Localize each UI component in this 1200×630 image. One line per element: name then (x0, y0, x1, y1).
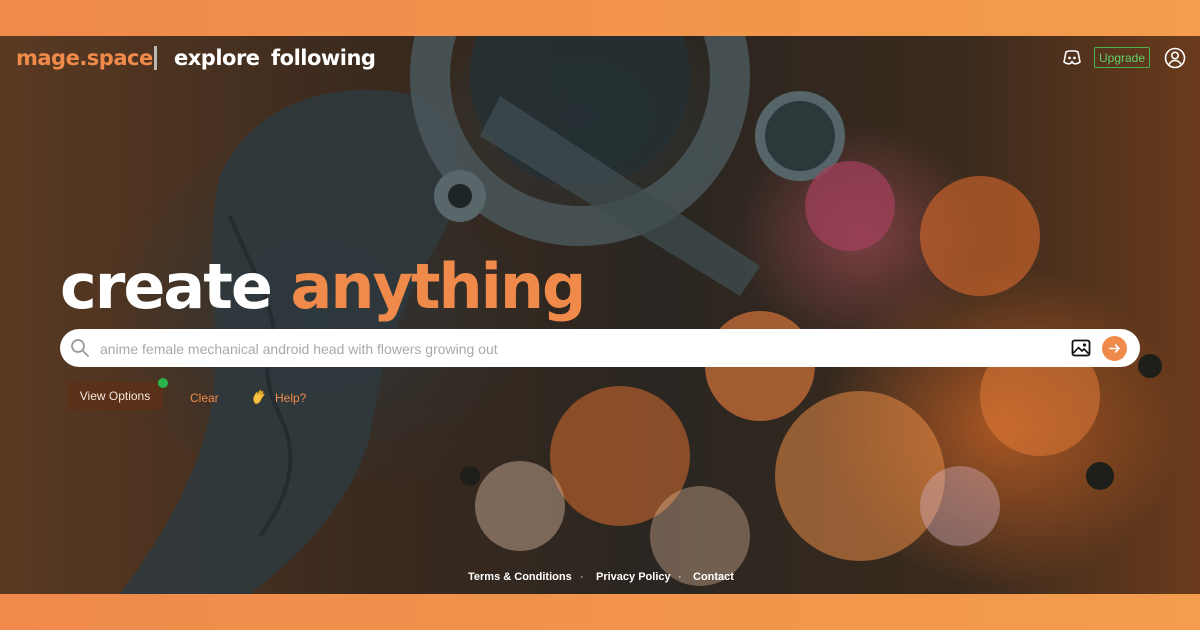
image-icon[interactable] (1071, 338, 1091, 358)
waving-hand-icon (253, 390, 265, 405)
prompt-input[interactable] (98, 329, 1062, 369)
prompt-search-bar (60, 329, 1140, 369)
nav-explore[interactable]: explore (174, 46, 260, 70)
search-icon (71, 339, 89, 357)
hero-title: create anything (60, 254, 586, 320)
hero-title-anything: anything (290, 250, 587, 323)
nav-following[interactable]: following (271, 46, 376, 70)
footer: Terms & Conditions · Privacy Policy · Co… (0, 571, 1200, 587)
hero-title-create: create (60, 250, 273, 323)
help-link[interactable]: Help? (275, 391, 306, 405)
user-circle-icon[interactable] (1164, 47, 1186, 69)
terms-link[interactable]: Terms & Conditions (468, 571, 572, 583)
main-frame: mage.space explore following Upgrade cre… (0, 36, 1200, 594)
privacy-link[interactable]: Privacy Policy (596, 571, 671, 583)
discord-icon[interactable] (1062, 49, 1082, 67)
upgrade-button[interactable]: Upgrade (1094, 47, 1150, 68)
arrow-right-icon (1109, 344, 1120, 353)
top-navigation: mage.space explore following Upgrade (0, 36, 1200, 84)
footer-separator: · (580, 571, 584, 583)
site-logo[interactable]: mage.space (16, 46, 153, 70)
logo-divider (154, 46, 157, 70)
view-options-button[interactable]: View Options (67, 382, 163, 410)
status-dot (158, 378, 168, 388)
footer-separator: · (678, 571, 682, 583)
contact-link[interactable]: Contact (693, 571, 734, 583)
clear-button[interactable]: Clear (190, 391, 219, 405)
submit-button[interactable] (1102, 336, 1127, 361)
